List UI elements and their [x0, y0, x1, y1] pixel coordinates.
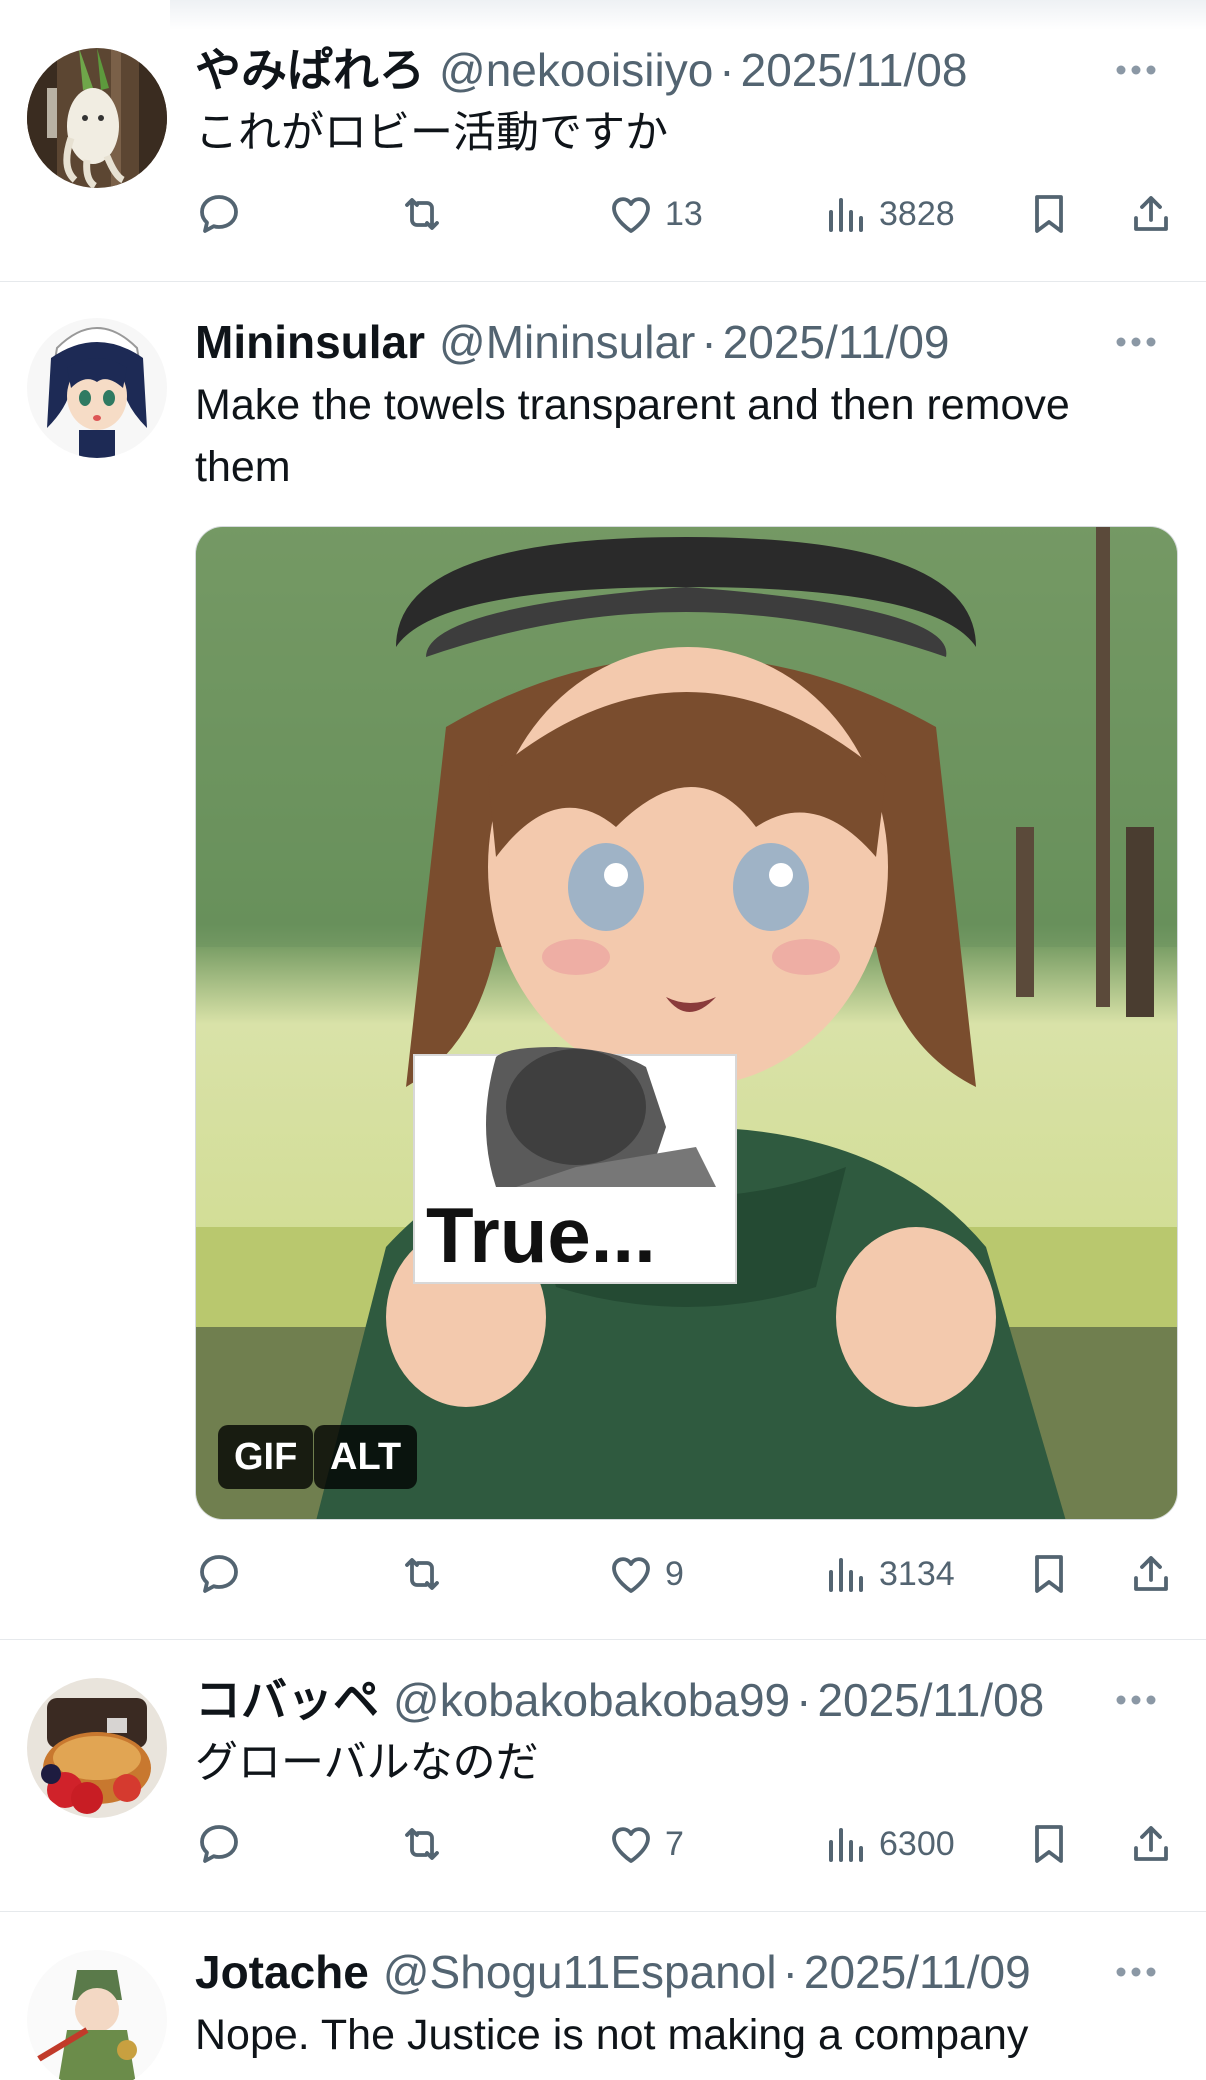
user-handle[interactable]: @kobakobakoba99 [393, 1670, 790, 1730]
tweet-header: Jotache @Shogu11Espanol · 2025/11/09 [195, 1942, 1166, 2002]
separator: · [719, 44, 735, 96]
tweet-date[interactable]: 2025/11/09 [723, 312, 950, 372]
repost-icon [405, 1828, 439, 1860]
tweet-header: コバッペ @kobakobakoba99 · 2025/11/08 [195, 1670, 1166, 1730]
user-handle[interactable]: @Mininsular [439, 312, 695, 372]
separator: · [796, 1674, 812, 1726]
more-icon[interactable] [1106, 1942, 1166, 2002]
views-button[interactable]: 3828 [821, 182, 955, 246]
more-icon[interactable] [1106, 40, 1166, 100]
tweet-text: グローバルなのだ [195, 1739, 539, 1787]
views-count: 3828 [879, 194, 955, 233]
tweet-text: Make the towels transparent and then rem… [195, 381, 1070, 491]
avatar[interactable] [27, 1950, 167, 2080]
tweet-date[interactable]: 2025/11/09 [804, 1942, 1031, 2002]
repost-icon [405, 1558, 439, 1590]
alt-badge[interactable]: ALT [314, 1425, 418, 1489]
repost-icon [405, 198, 439, 230]
share-icon [1134, 1826, 1168, 1861]
repost-button[interactable] [398, 1812, 446, 1876]
user-handle[interactable]: @nekooisiiyo [439, 40, 713, 100]
bookmark-button[interactable] [1025, 1542, 1073, 1606]
like-icon [612, 1827, 650, 1863]
tweet-item[interactable]: Jotache @Shogu11Espanol · 2025/11/09 Nop… [0, 1912, 1206, 2080]
like-count: 13 [665, 194, 703, 233]
username[interactable]: やみぱれろ [195, 40, 425, 100]
username[interactable]: Jotache [195, 1942, 369, 2002]
tweet-item[interactable]: Mininsular @Mininsular · 2025/11/09 Make… [0, 282, 1206, 1640]
share-button[interactable] [1127, 182, 1175, 246]
like-button[interactable]: 13 [607, 182, 703, 246]
username[interactable]: コバッペ [195, 1670, 379, 1730]
tweet-text: これがロビー活動ですか [195, 109, 668, 157]
reply-icon [200, 195, 238, 233]
username[interactable]: Mininsular [195, 312, 425, 372]
more-icon[interactable] [1106, 312, 1166, 372]
reply-icon [200, 1825, 238, 1863]
tweet-header: Mininsular @Mininsular · 2025/11/09 [195, 312, 1166, 372]
gif-badge[interactable]: GIF [218, 1425, 314, 1489]
user-handle[interactable]: @Shogu11Espanol [383, 1942, 777, 2002]
views-button[interactable]: 6300 [821, 1812, 955, 1876]
like-button[interactable]: 9 [607, 1542, 684, 1606]
card-caption: True... [426, 1191, 656, 1279]
share-icon [1134, 196, 1168, 231]
avatar[interactable] [27, 48, 167, 188]
avatar[interactable] [27, 1678, 167, 1818]
more-icon[interactable] [1106, 1670, 1166, 1730]
views-icon [829, 1828, 863, 1862]
like-count: 7 [665, 1824, 684, 1863]
like-icon [612, 1557, 650, 1593]
tweet-media-gif[interactable]: True... GIF ALT [195, 526, 1178, 1520]
repost-button[interactable] [398, 182, 446, 246]
share-button[interactable] [1127, 1542, 1175, 1606]
bookmark-button[interactable] [1025, 1812, 1073, 1876]
tweet-header: やみぱれろ @nekooisiiyo · 2025/11/08 [195, 40, 1166, 100]
gif-image: True... [196, 527, 1177, 1519]
reply-icon [200, 1555, 238, 1593]
bookmark-button[interactable] [1025, 182, 1073, 246]
views-count: 6300 [879, 1824, 955, 1863]
repost-button[interactable] [398, 1542, 446, 1606]
avatar[interactable] [27, 318, 167, 458]
separator: · [701, 316, 717, 368]
reply-button[interactable] [195, 1812, 243, 1876]
tweet-item[interactable]: コバッペ @kobakobakoba99 · 2025/11/08 グローバルな… [0, 1640, 1206, 1912]
bookmark-icon [1035, 1825, 1063, 1863]
share-button[interactable] [1127, 1812, 1175, 1876]
views-icon [829, 1558, 863, 1592]
views-button[interactable]: 3134 [821, 1542, 955, 1606]
tweet-text: Nope. The Justice is not making a compan… [195, 2011, 1029, 2059]
action-bar: 9 3134 [195, 1542, 1180, 1606]
action-bar: 13 3828 [195, 182, 1180, 246]
separator: · [782, 1946, 798, 1998]
like-icon [612, 197, 650, 233]
views-count: 3134 [879, 1554, 955, 1593]
bookmark-icon [1035, 195, 1063, 233]
share-icon [1134, 1556, 1168, 1591]
reply-button[interactable] [195, 182, 243, 246]
bookmark-icon [1035, 1555, 1063, 1593]
tweet-item[interactable]: やみぱれろ @nekooisiiyo · 2025/11/08 これがロビー活動… [0, 0, 1206, 282]
reply-button[interactable] [195, 1542, 243, 1606]
tweet-date[interactable]: 2025/11/08 [741, 40, 968, 100]
like-button[interactable]: 7 [607, 1812, 684, 1876]
like-count: 9 [665, 1554, 684, 1593]
action-bar: 7 6300 [195, 1812, 1180, 1876]
views-icon [829, 198, 863, 232]
tweet-date[interactable]: 2025/11/08 [817, 1670, 1044, 1730]
